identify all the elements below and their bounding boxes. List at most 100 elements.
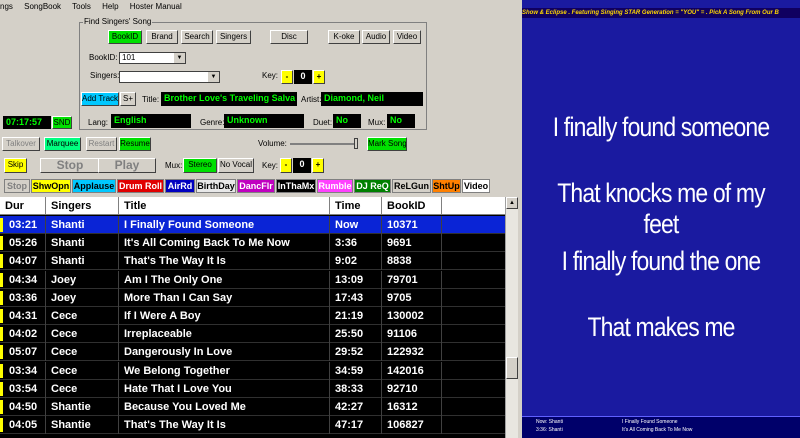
cell-time: 25:50 (330, 325, 382, 344)
table-row[interactable]: 03:21 Shanti I Finally Found Someone Now 103… (0, 216, 505, 234)
s-plus-button[interactable]: S+ (120, 92, 136, 106)
resume-button[interactable]: Resume (119, 137, 151, 151)
row-marker-icon (0, 381, 3, 396)
category-button-2[interactable]: Applause (72, 179, 116, 193)
scroll-thumb[interactable] (506, 357, 518, 379)
restart-button[interactable]: Restart (86, 137, 117, 151)
cell-singer: Cece (46, 307, 119, 325)
category-button-11[interactable]: ShtUp (432, 179, 461, 193)
tab-brand[interactable]: Brand (146, 30, 178, 44)
find-key-minus-button[interactable]: - (281, 70, 293, 84)
bookid-select[interactable]: 101 ▼ (119, 52, 186, 64)
key-minus-button[interactable]: - (280, 158, 292, 173)
stereo-button[interactable]: Stereo (183, 158, 217, 173)
cell-time: 29:52 (330, 343, 382, 362)
cell-dur: 03:54 (0, 379, 46, 398)
find-song-group-title: Find Singers' Song (83, 16, 153, 28)
volume-label: Volume: (258, 139, 287, 148)
table-row[interactable]: 03:34 Cece We Belong Together 34:59 142016 (0, 361, 505, 380)
menu-tools[interactable]: Tools (72, 2, 91, 11)
header-title[interactable]: Title (119, 197, 330, 215)
table-row[interactable]: 04:31 Cece If I Were A Boy 21:19 130002 (0, 307, 505, 325)
header-time[interactable]: Time (330, 197, 382, 215)
cell-dur: 04:07 (0, 252, 46, 271)
table-row[interactable]: 05:07 Cece Dangerously In Love 29:52 122932 (0, 343, 505, 362)
koke-button[interactable]: K-oke (328, 30, 360, 44)
tab-search[interactable]: Search (181, 30, 213, 44)
category-button-12[interactable]: Video (462, 179, 490, 193)
cell-bookid: 9705 (382, 288, 442, 307)
menu-bar: ngs SongBook Tools Help Hoster Manual (0, 0, 522, 14)
queue-header: Dur Singers Title Time BookID (0, 197, 505, 215)
table-row[interactable]: 03:54 Cece Hate That I Love You 38:33 92710 (0, 379, 505, 398)
cell-title: That's The Way It Is (119, 416, 330, 435)
cell-singer: Joey (46, 288, 119, 307)
table-row[interactable]: 04:07 Shanti That's The Way It Is 9:02 8838 (0, 252, 505, 271)
menu-help[interactable]: Help (102, 2, 118, 11)
cell-title: If I Were A Boy (119, 307, 330, 325)
category-button-8[interactable]: Rumble (317, 179, 353, 193)
table-row[interactable]: 05:26 Shanti It's All Coming Back To Me No… (0, 234, 505, 253)
category-button-5[interactable]: BirthDay (196, 179, 236, 193)
mark-song-button[interactable]: Mark Song (367, 137, 407, 151)
volume-thumb[interactable] (354, 138, 358, 149)
cell-bookid: 79701 (382, 270, 442, 289)
category-button-7[interactable]: InThaMx (276, 179, 316, 193)
tab-singers[interactable]: Singers (216, 30, 251, 44)
menu-songbook[interactable]: SongBook (24, 2, 61, 11)
volume-slider[interactable] (290, 143, 358, 145)
singers-select[interactable]: ▼ (119, 71, 220, 83)
mux-label: Mux: (368, 118, 386, 127)
disc-button[interactable]: Disc (270, 30, 308, 44)
chevron-down-icon[interactable]: ▼ (174, 53, 185, 63)
lang-field: English (111, 114, 191, 128)
key-plus-button[interactable]: + (312, 158, 324, 173)
header-bookid[interactable]: BookID (382, 197, 442, 215)
header-singers[interactable]: Singers (46, 197, 119, 215)
cell-bookid: 8838 (382, 252, 442, 271)
table-row[interactable]: 04:50 Shantie Because You Loved Me 42:27 163… (0, 398, 505, 416)
category-button-6[interactable]: DancFlr (237, 179, 275, 193)
table-row[interactable]: 04:34 Joey Am I The Only One 13:09 79701 (0, 270, 505, 289)
audio-button[interactable]: Audio (362, 30, 390, 44)
header-dur[interactable]: Dur (0, 197, 46, 215)
video-button[interactable]: Video (393, 30, 421, 44)
row-marker-icon (0, 272, 3, 287)
table-row[interactable]: 03:36 Joey More Than I Can Say 17:43 9705 (0, 288, 505, 307)
category-button-9[interactable]: DJ ReQ (354, 179, 391, 193)
artist-field: Diamond, Neil (321, 92, 423, 106)
category-button-0[interactable]: Stop (4, 179, 30, 193)
cell-singer: Shanti (46, 234, 119, 253)
category-button-3[interactable]: Drum Roll (117, 179, 164, 193)
tab-bookid[interactable]: BookID (108, 30, 142, 44)
scroll-up-arrow-icon[interactable]: ▲ (506, 197, 518, 209)
snd-indicator[interactable]: SND (52, 116, 72, 129)
talkover-button[interactable]: Talkover (2, 137, 40, 151)
skip-button[interactable]: Skip (4, 158, 27, 173)
menu-hoster-manual[interactable]: Hoster Manual (130, 2, 182, 11)
add-track-button[interactable]: Add Track (81, 92, 119, 106)
menu-songs[interactable]: ngs (0, 2, 13, 11)
cell-singer: Shanti (46, 216, 119, 234)
category-button-10[interactable]: ReLGun (392, 179, 431, 193)
find-key-label: Key: (262, 71, 279, 80)
cell-dur: 04:34 (0, 270, 46, 289)
lyric-line-3: I finally found the one (561, 246, 761, 276)
chevron-down-icon[interactable]: ▼ (208, 72, 219, 82)
table-row[interactable]: 04:05 Shantie That's The Way It Is 47:17 106… (0, 416, 505, 435)
next-title: It's All Coming Back To Me Now (622, 427, 693, 433)
find-key-plus-button[interactable]: + (313, 70, 325, 84)
cell-dur: 03:34 (0, 361, 46, 380)
cell-bookid: 16312 (382, 398, 442, 416)
stop-button[interactable]: Stop (40, 158, 100, 173)
marquee-button[interactable]: Marquee (44, 137, 81, 151)
no-vocal-button[interactable]: No Vocal (218, 158, 254, 173)
cell-singer: Shanti (46, 252, 119, 271)
play-button[interactable]: Play (98, 158, 156, 173)
category-button-4[interactable]: AirRd (165, 179, 195, 193)
table-row[interactable]: 04:02 Cece Irreplaceable 25:50 91106 (0, 325, 505, 344)
queue-scrollbar[interactable]: ▲ (505, 197, 518, 438)
cell-dur: 05:26 (0, 234, 46, 253)
cell-title: More Than I Can Say (119, 288, 330, 307)
category-button-1[interactable]: ShwOpn (31, 179, 71, 193)
